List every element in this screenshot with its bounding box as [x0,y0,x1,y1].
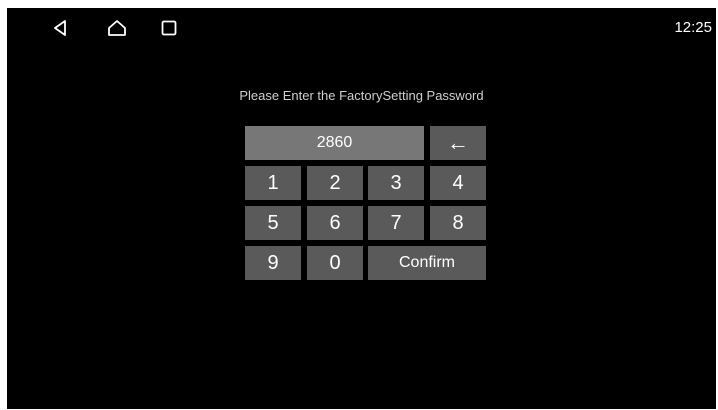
key-0[interactable]: 0 [307,246,363,280]
back-button[interactable] [46,14,74,42]
back-triangle-icon [54,20,66,36]
key-7[interactable]: 7 [368,206,424,240]
key-8[interactable]: 8 [430,206,486,240]
key-2[interactable]: 2 [307,166,363,200]
home-icon [108,20,126,36]
password-prompt: Please Enter the FactorySetting Password [239,88,484,103]
screen: 12:25 Please Enter the FactorySetting Pa… [7,8,716,409]
key-1[interactable]: 1 [245,166,301,200]
navigation-bar: 12:25 [7,8,716,48]
home-button[interactable] [103,14,131,42]
key-9[interactable]: 9 [245,246,301,280]
recent-apps-button[interactable] [155,14,183,42]
key-5[interactable]: 5 [245,206,301,240]
confirm-button[interactable]: Confirm [368,246,486,280]
key-4[interactable]: 4 [430,166,486,200]
status-clock: 12:25 [674,19,712,36]
backspace-button[interactable]: ← [430,126,486,160]
password-field[interactable]: 2860 [245,126,424,160]
recent-apps-icon [161,20,177,36]
key-3[interactable]: 3 [368,166,424,200]
key-6[interactable]: 6 [307,206,363,240]
